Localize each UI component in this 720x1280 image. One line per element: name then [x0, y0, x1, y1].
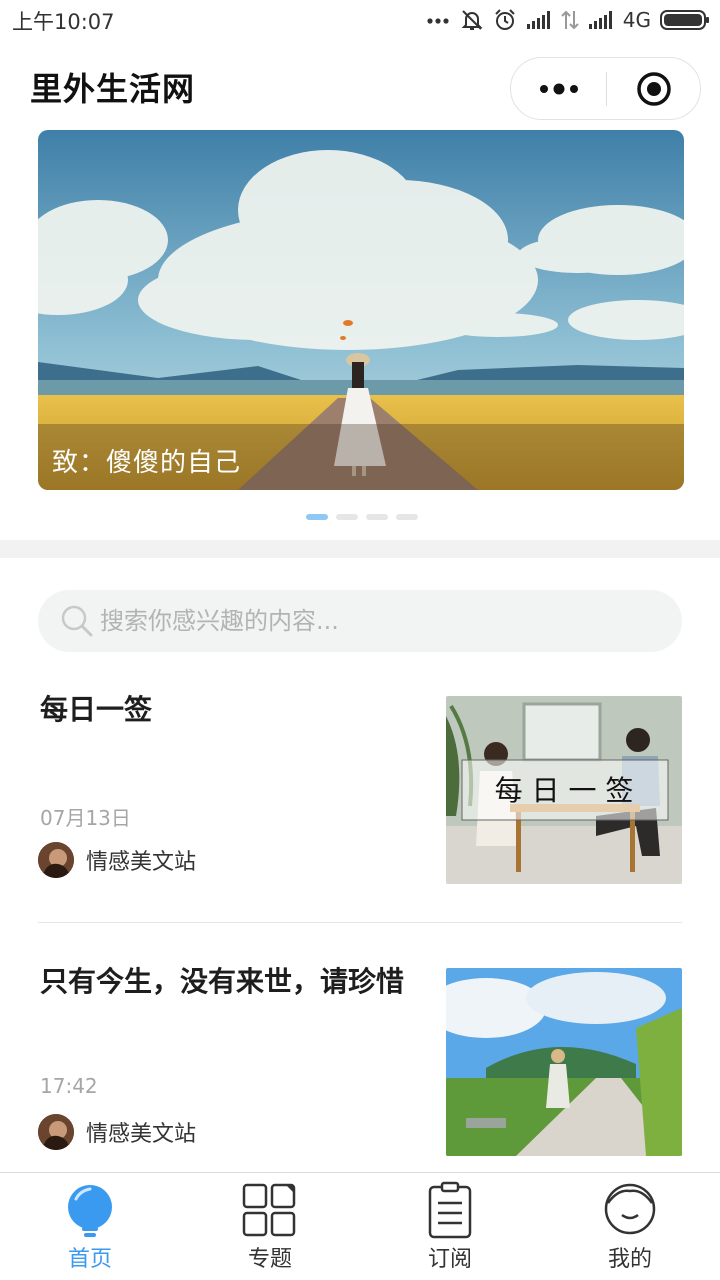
tab-home[interactable]: 首页 [0, 1173, 180, 1280]
tab-label: 首页 [67, 1247, 112, 1272]
article-card[interactable]: 只有今生，没有来世，请珍惜 17:42 情感美文站 [38, 962, 682, 1162]
tab-bar: 首页 专题 订阅 我的 [0, 1172, 720, 1280]
alarm-icon [495, 9, 515, 30]
status-time: 上午10:07 [12, 10, 115, 34]
banner-slide[interactable]: 致：傻傻的自己 [38, 130, 684, 490]
section-divider [0, 540, 720, 558]
tab-label: 订阅 [427, 1247, 472, 1272]
author-name: 情感美文站 [86, 850, 197, 875]
signal-icon [526, 11, 550, 29]
app-title: 里外生活网 [30, 70, 196, 108]
avatar [38, 1114, 74, 1150]
banner-pagination [306, 514, 418, 520]
signal-icon [588, 11, 612, 29]
status-bar: 上午10:07 4G [0, 0, 720, 40]
article-author: 情感美文站 [38, 842, 196, 878]
tab-profile[interactable]: 我的 [540, 1173, 720, 1280]
mini-program-capsule [510, 57, 701, 120]
mute-bell-icon [461, 10, 483, 30]
article-thumbnail: 每 日 一 签 [446, 696, 682, 884]
lightbulb-icon [68, 1185, 112, 1237]
pagination-dot[interactable] [336, 514, 358, 520]
tab-label: 我的 [607, 1247, 652, 1272]
profile-icon [604, 1183, 656, 1235]
more-button[interactable] [511, 58, 606, 119]
article-author: 情感美文站 [38, 1114, 196, 1150]
search-bar[interactable] [38, 590, 682, 652]
status-icons: 4G [427, 6, 710, 34]
search-icon [61, 605, 93, 637]
close-button[interactable] [607, 58, 701, 119]
tab-label: 专题 [247, 1247, 292, 1272]
pagination-dot[interactable] [306, 514, 328, 520]
article-date: 17:42 [40, 1074, 98, 1098]
pagination-dot[interactable] [366, 514, 388, 520]
banner-caption: 致：傻傻的自己 [52, 448, 242, 478]
pagination-dot[interactable] [396, 514, 418, 520]
article-title: 只有今生，没有来世，请珍惜 [40, 965, 405, 998]
clipboard-icon [428, 1181, 472, 1239]
article-date: 07月13日 [40, 806, 131, 830]
data-transfer-icon [561, 10, 579, 30]
avatar [38, 842, 74, 878]
tab-topics[interactable]: 专题 [180, 1173, 360, 1280]
network-type: 4G [622, 8, 651, 32]
grid-icon [242, 1183, 296, 1237]
author-name: 情感美文站 [86, 1122, 197, 1147]
more-icon [539, 83, 578, 94]
article-card[interactable]: 每日一签 07月13日 情感美文站 每 日 一 签 [38, 690, 682, 890]
search-input[interactable] [100, 590, 660, 652]
more-dots-icon [427, 18, 449, 24]
article-divider [38, 922, 682, 923]
close-target-icon [637, 71, 671, 106]
thumbnail-caption: 每 日 一 签 [495, 774, 634, 807]
article-title: 每日一签 [40, 693, 153, 726]
header: 里外生活网 [0, 40, 720, 130]
tab-subscribe[interactable]: 订阅 [360, 1173, 540, 1280]
battery-icon [660, 10, 709, 30]
article-thumbnail [446, 968, 682, 1156]
